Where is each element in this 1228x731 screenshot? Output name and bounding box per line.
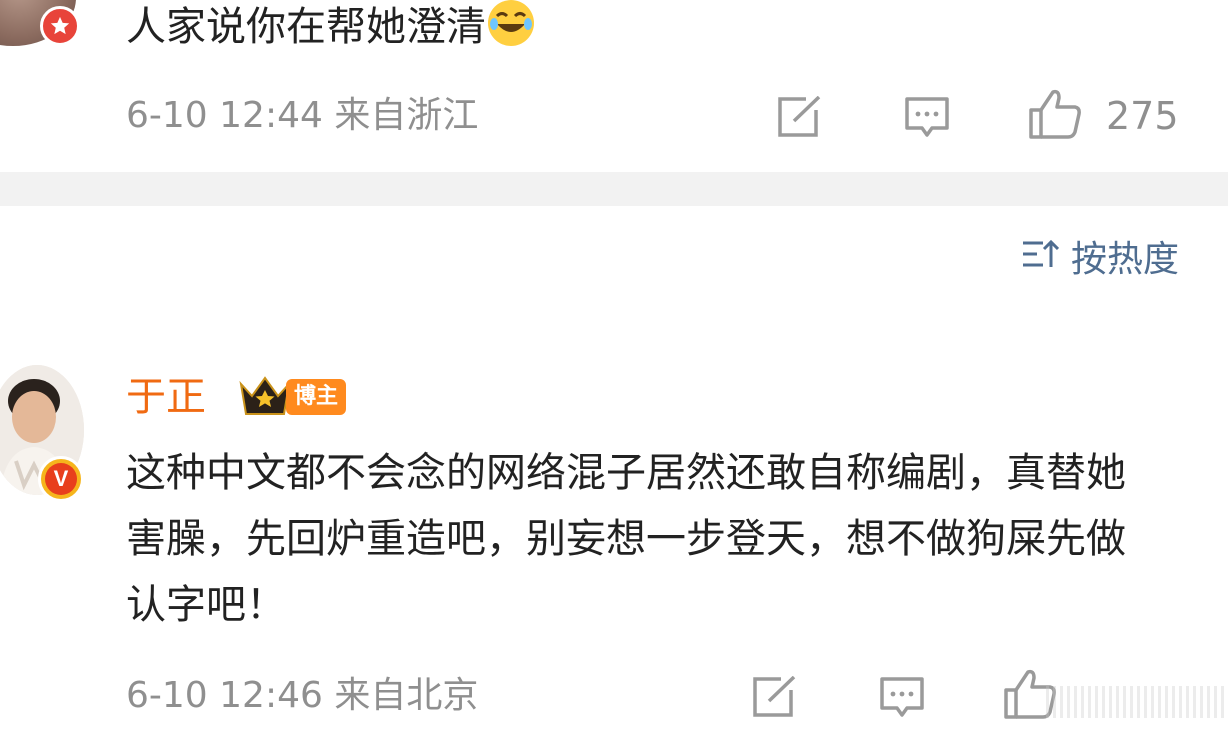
- sort-control[interactable]: 按热度: [1021, 237, 1179, 283]
- sort-icon: [1021, 237, 1060, 283]
- star-badge-icon: [40, 6, 80, 46]
- crown-icon: [238, 374, 292, 422]
- like-count: 275: [1106, 94, 1179, 138]
- comment-meta: 6-10 12:46 来自北京: [126, 675, 479, 716]
- like-icon[interactable]: [1028, 88, 1082, 140]
- section-divider: [0, 172, 1228, 206]
- comment-meta: 6-10 12:44 来自浙江: [126, 95, 479, 136]
- share-icon[interactable]: [751, 676, 797, 718]
- sort-label: 按热度: [1070, 239, 1179, 280]
- username[interactable]: 于正: [126, 372, 206, 422]
- share-icon[interactable]: [776, 96, 822, 138]
- laughing-tears-emoji-icon: [488, 0, 534, 46]
- author-badge: 博主: [286, 379, 347, 415]
- comment-icon[interactable]: [904, 96, 950, 140]
- watermark: [1046, 686, 1228, 718]
- comment-text: 人家说你在帮她澄清: [126, 0, 534, 53]
- comment-icon[interactable]: [879, 676, 925, 720]
- verified-v-icon: V: [38, 456, 84, 502]
- comment-text: 这种中文都不会念的网络混子居然还敢自称编剧，真替她害臊，先回炉重造吧，别妄想一步…: [126, 450, 1126, 628]
